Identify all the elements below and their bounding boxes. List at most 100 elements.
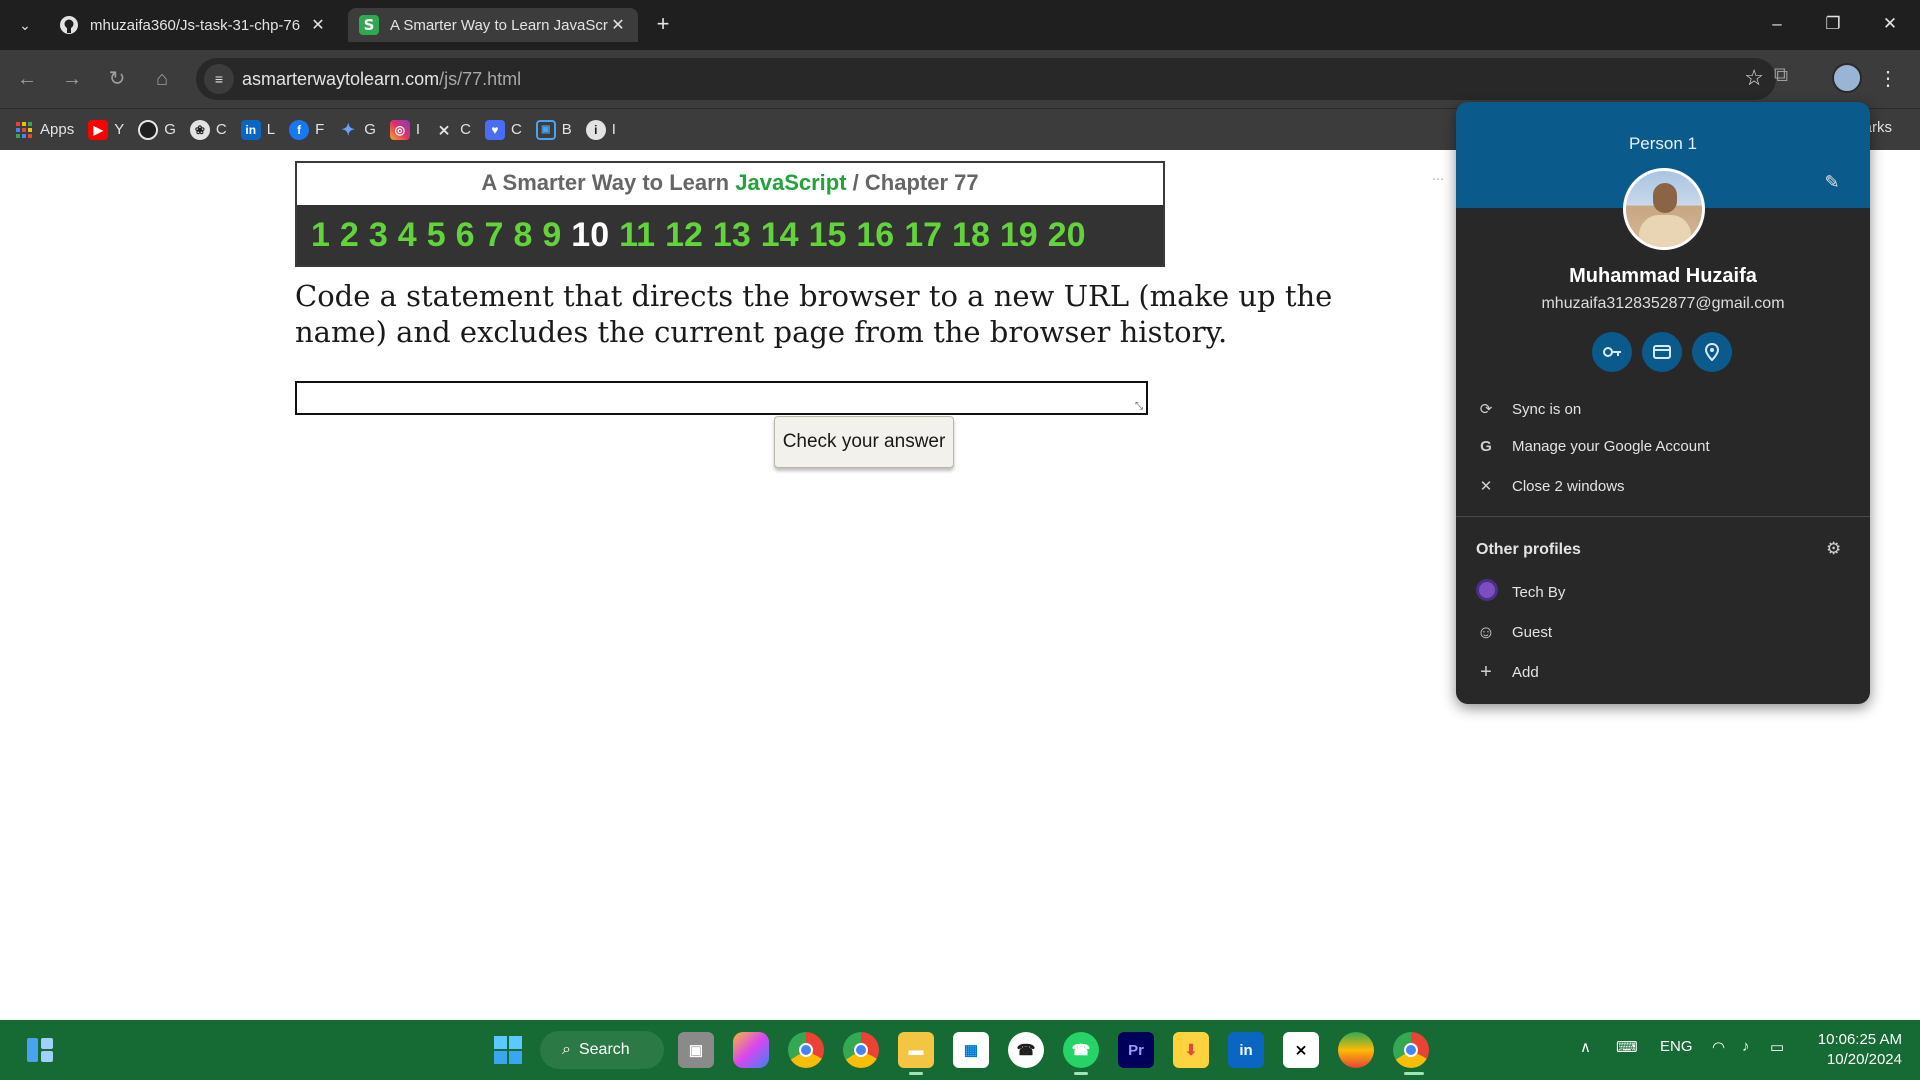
linkedin-icon[interactable]: in xyxy=(1228,1032,1264,1068)
start-windows-icon[interactable] xyxy=(490,1032,526,1068)
sync-icon: ⟳ xyxy=(1479,401,1493,418)
premiere-pro-icon[interactable]: Pr xyxy=(1118,1032,1154,1068)
bookmark-apps[interactable]: Apps xyxy=(14,120,74,140)
bookmark-youtube[interactable]: ▶ Y xyxy=(88,119,124,140)
exercise-number-link[interactable]: 14 xyxy=(761,216,799,255)
profile-item-guest[interactable]: ☺ Guest xyxy=(1456,615,1870,649)
tab-smarterway[interactable]: S A Smarter Way to Learn JavaScr ✕ xyxy=(348,8,638,42)
exercise-number-link[interactable]: 4 xyxy=(398,216,417,255)
bookmark-linkedin[interactable]: in L xyxy=(240,119,275,140)
bookmark-heart-chat[interactable]: ♥ C xyxy=(484,119,522,140)
touch-keyboard-icon[interactable]: ⌨ xyxy=(1616,1038,1638,1056)
bookmark-github[interactable]: G xyxy=(138,119,176,140)
search-label: Search xyxy=(578,1041,630,1058)
profile-item-tech-by[interactable]: Tech By xyxy=(1456,575,1870,609)
exercise-number-link[interactable]: 15 xyxy=(809,216,847,255)
extensions-puzzle-icon[interactable]: ⧉ xyxy=(1766,64,1796,94)
sync-row[interactable]: ⟳ Sync is on xyxy=(1456,392,1870,426)
wifi-icon[interactable]: ◠ xyxy=(1712,1038,1725,1056)
capcut-icon[interactable]: ⨯ xyxy=(1283,1032,1319,1068)
show-hidden-icons-chevron-icon[interactable]: ∧ xyxy=(1580,1038,1591,1056)
colorful-app-icon[interactable] xyxy=(1338,1032,1374,1068)
check-answer-button[interactable]: Check your answer xyxy=(774,416,954,468)
whatsapp-icon[interactable]: ☎ xyxy=(1008,1032,1044,1068)
address-bar[interactable]: ≡ asmarterwaytolearn.com/js/77.html ☆ xyxy=(196,58,1776,100)
bookmark-facebook[interactable]: fF xyxy=(289,119,325,140)
exercise-number-link[interactable]: 6 xyxy=(456,216,475,255)
task-view-icon[interactable]: ▣ xyxy=(678,1032,714,1068)
exercise-number-link[interactable]: 10 xyxy=(571,216,609,255)
restore-icon[interactable]: ❐ xyxy=(1813,8,1853,40)
exercise-number-link[interactable]: 18 xyxy=(952,216,990,255)
bookmark-capcut[interactable]: ⨯ C xyxy=(434,120,471,140)
whatsapp-business-icon[interactable]: ☎ xyxy=(1063,1032,1099,1068)
tab-close-icon[interactable]: ✕ xyxy=(608,15,628,35)
bookmark-label: C xyxy=(510,121,522,138)
close-windows-row[interactable]: ✕ Close 2 windows xyxy=(1456,469,1870,503)
copilot-icon[interactable] xyxy=(733,1032,769,1068)
exercise-number-link[interactable]: 19 xyxy=(1000,216,1038,255)
exercise-number-link[interactable]: 13 xyxy=(713,216,751,255)
profile-item-add[interactable]: + Add xyxy=(1456,655,1870,689)
bookmark-label: I xyxy=(611,121,616,138)
manage-google-account-row[interactable]: G Manage your Google Account xyxy=(1456,429,1870,463)
exercise-number-link[interactable]: 12 xyxy=(665,216,703,255)
exercise-number-link[interactable]: 8 xyxy=(513,216,532,255)
url-text[interactable]: asmarterwaytolearn.com/js/77.html xyxy=(242,69,521,90)
bookmark-bot[interactable]: ▣ B xyxy=(535,119,572,140)
exercise-number-link[interactable]: 3 xyxy=(369,216,388,255)
gemini-icon: ✦ xyxy=(341,121,355,139)
chrome-active-icon[interactable] xyxy=(1393,1032,1429,1068)
gear-icon[interactable]: ⚙ xyxy=(1826,539,1841,559)
exercise-number-link[interactable]: 17 xyxy=(904,216,942,255)
tab-github[interactable]: mhuzaifa360/Js-task-31-chp-76 ✕ xyxy=(48,8,338,42)
exercise-number-link[interactable]: 5 xyxy=(427,216,446,255)
bookmark-label: I xyxy=(415,121,421,138)
window-close-icon[interactable]: ✕ xyxy=(1870,8,1910,40)
banner-javascript[interactable]: JavaScript xyxy=(735,170,846,195)
exercise-number-link[interactable]: 11 xyxy=(619,216,655,255)
chrome-profile-icon[interactable] xyxy=(843,1032,879,1068)
taskbar-search[interactable]: ⌕ Search xyxy=(540,1031,664,1069)
edit-pencil-icon[interactable]: ✎ xyxy=(1820,172,1844,196)
bookmark-instagram[interactable]: ◎ I xyxy=(389,119,421,140)
chrome-icon[interactable] xyxy=(788,1032,824,1068)
microsoft-store-icon[interactable]: ▦ xyxy=(953,1032,989,1068)
payment-card-icon[interactable] xyxy=(1642,332,1682,372)
tab-search-chevron-icon[interactable]: ⌄ xyxy=(12,12,38,38)
site-settings-icon[interactable]: ≡ xyxy=(204,64,234,94)
heart-chat-icon: ♥ xyxy=(484,119,505,140)
file-explorer-icon[interactable]: ▬ xyxy=(898,1032,934,1068)
widgets-icon[interactable] xyxy=(22,1032,58,1068)
home-icon[interactable]: ⌂ xyxy=(147,64,177,94)
language-indicator[interactable]: ENG xyxy=(1660,1038,1693,1055)
profile-avatar-button[interactable] xyxy=(1832,63,1862,93)
new-tab-plus-icon[interactable]: + xyxy=(650,12,676,38)
location-pin-icon[interactable] xyxy=(1692,332,1732,372)
download-manager-icon[interactable]: ⬇ xyxy=(1173,1032,1209,1068)
bookmark-label: F xyxy=(315,121,325,138)
answer-textarea[interactable] xyxy=(295,381,1148,415)
resize-grip-icon[interactable]: ⤡ xyxy=(1135,402,1146,413)
forward-arrow-icon[interactable]: → xyxy=(57,64,87,94)
bookmark-gemini[interactable]: ✦ G xyxy=(338,120,376,140)
key-icon[interactable] xyxy=(1592,332,1632,372)
volume-icon[interactable]: ♪ xyxy=(1742,1038,1750,1055)
exercise-number-link[interactable]: 16 xyxy=(856,216,894,255)
exercise-number-link[interactable]: 1 xyxy=(311,216,330,255)
minimize-icon[interactable]: – xyxy=(1757,8,1797,40)
bot-icon: ▣ xyxy=(535,119,556,140)
system-clock[interactable]: 10:06:25 AM 10/20/2024 xyxy=(1808,1030,1902,1070)
reload-icon[interactable]: ↻ xyxy=(102,64,132,94)
battery-icon[interactable]: ▭ xyxy=(1770,1038,1784,1056)
exercise-number-link[interactable]: 7 xyxy=(485,216,504,255)
bookmark-star-icon[interactable]: ☆ xyxy=(1744,66,1764,90)
bookmark-chatgpt[interactable]: ❀ C xyxy=(189,119,227,140)
tab-close-icon[interactable]: ✕ xyxy=(308,15,328,35)
back-arrow-icon[interactable]: ← xyxy=(12,64,42,94)
kebab-menu-icon[interactable]: ⋮ xyxy=(1878,66,1898,92)
bookmark-info[interactable]: iI xyxy=(585,119,616,140)
exercise-number-link[interactable]: 2 xyxy=(340,216,359,255)
exercise-number-link[interactable]: 20 xyxy=(1048,216,1086,255)
exercise-number-link[interactable]: 9 xyxy=(542,216,561,255)
